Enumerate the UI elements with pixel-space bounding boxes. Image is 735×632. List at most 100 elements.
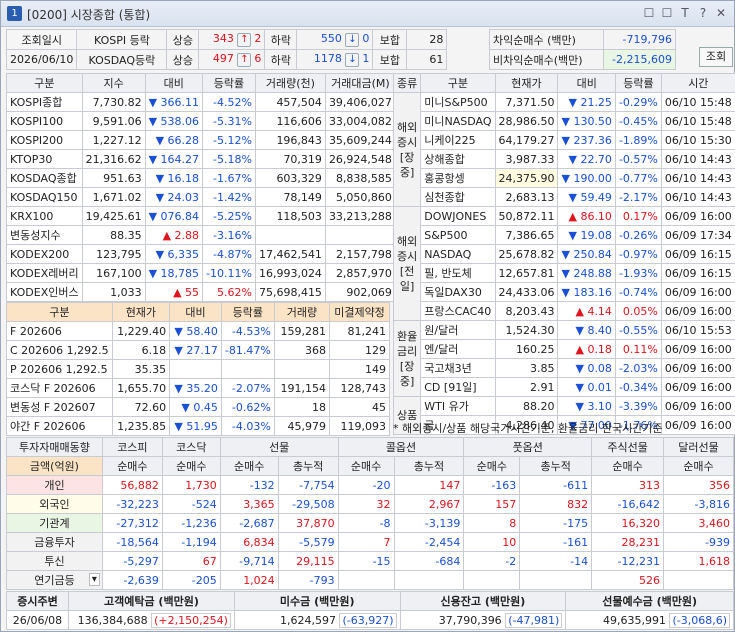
futures-row[interactable]: 변동성 F 202607 72.60 ▼ 0.45 -0.62% 18 45 [6,397,390,417]
futures-row[interactable]: F 202606 1,229.40 ▼ 58.40 -4.53% 159,281 81,2… [6,321,390,341]
investor-row[interactable]: 기관계 -27,312 -1,236 -2,687 37,870 -8 -3,139 8 -17… [6,513,734,533]
world-row[interactable]: 심천종합 2,683.13 ▼ 59.49 -2.17% 06/10 14:43 [393,187,735,207]
index-row[interactable]: KOSPI종합 7,730.82 ▼ 366.11 -4.52% 457,504 39,4… [6,92,396,112]
index-cell: ▼ 16.18 [144,168,204,188]
investor-cell: -8 [337,513,395,533]
world-row[interactable]: 엔/달러 160.25 ▲ 0.18 0.11% 06/09 16:00 [393,339,735,359]
index-row[interactable]: KODEX레버리 167,100 ▼ 18,785 -10.11% 16,993,024… [6,263,396,283]
world-cell: 필, 반도체 [420,263,496,283]
futures-row[interactable]: 코스닥 F 202606 1,655.70 ▼ 35.20 -2.07% 191,154… [6,378,390,398]
index-row[interactable]: KODEX200 123,795 ▼ 6,335 -4.87% 17,462,541 2,… [6,244,396,264]
investor-sub-header: 순매수 [337,456,395,476]
investor-dropdown-icon[interactable]: ▾ [88,573,100,586]
world-row[interactable]: 필, 반도체 12,657.81 ▼ 248.88 -1.93% 06/09 16:15 [393,263,735,283]
world-row[interactable]: 미니NASDAQ 28,986.50 ▼ 130.50 -0.45% 06/10 15:… [393,111,735,131]
tile-icon[interactable]: ☐ [660,5,674,21]
investor-cell: -9,714 [219,551,279,571]
index-cell: 196,843 [254,130,326,150]
investor-cell: -20 [337,475,395,495]
futures-row[interactable]: 야간 F 202606 1,235.85 ▼ 51.95 -4.03% 45,979 11… [6,416,390,436]
world-cell: 06/09 16:00 [660,282,735,302]
index-row[interactable]: KOSDAQ종합 951.63 ▼ 16.18 -1.67% 603,329 8,838,… [6,168,396,188]
close-icon[interactable]: ✕ [714,5,728,21]
investor-cell: 1,618 [663,551,734,571]
index-cell: 1,033 [81,282,146,302]
futures-row[interactable]: P 202606 1,292.5 35.35 149 [6,359,390,379]
index-row[interactable]: KOSPI100 9,591.06 ▼ 538.06 -5.31% 116,606 33,… [6,111,396,131]
index-row[interactable]: 변동성지수 88.35 ▲ 2.88 -3.16% [6,225,396,245]
world-row[interactable]: 국고채3년 3.85 ▼ 0.08 -2.03% 06/09 16:00 [393,358,735,378]
investor-cell: -524 [161,494,221,514]
world-cell: 0.17% [614,206,662,226]
index-row[interactable]: KOSPI200 1,227.12 ▼ 66.28 -5.12% 196,843 35,6… [6,130,396,150]
investor-cell [393,570,465,590]
futures-cell: 야간 F 202606 [6,416,113,436]
help-icon[interactable]: ? [696,5,710,21]
futures-cell: ▼ 0.45 [169,397,222,417]
investor-cell: 1,024 [219,570,279,590]
font-icon[interactable]: T [678,5,692,21]
world-cell: 7,386.65 [494,225,559,245]
restore-icon[interactable]: ☐ [642,5,656,21]
investor-unit: 금액(억원) [6,456,103,476]
world-row[interactable]: 독일DAX30 24,433.06 ▼ 183.16 -0.74% 06/09 16:0… [393,282,735,302]
world-row[interactable]: 니케이225 64,179.27 ▼ 237.36 -1.89% 06/10 15:30 [393,130,735,150]
investor-sub-header: 총누적 [519,456,593,476]
investor-cell [463,570,521,590]
world-row[interactable]: 홍콩항셍 24,375.90 ▼ 190.00 -0.77% 06/10 14:43 [393,168,735,188]
world-cell: -0.97% [614,244,662,264]
world-cell: -0.34% [614,377,662,397]
world-row[interactable]: S&P500 7,386.65 ▼ 19.08 -0.26% 06/09 17:34 [393,225,735,245]
nonarb-net-value: -2,215,609 [603,49,676,70]
investor-cell: 157 [463,494,521,514]
world-row[interactable]: 상해종합 3,987.33 ▼ 22.70 -0.57% 06/10 14:43 [393,149,735,169]
world-row[interactable]: 상품 WTI 유가 88.20 ▼ 3.10 -3.39% 06/09 16:00 [392,396,735,435]
index-cell: 1,227.12 [81,130,146,150]
investor-cell: 147 [393,475,465,495]
index-row[interactable]: KODEX인버스 1,033 ▲ 55 5.62% 75,698,415 902,069 [6,282,396,302]
world-cell: 06/09 16:15 [660,263,735,283]
investor-cell: 16,320 [591,513,665,533]
index-cell: ▲ 55 [144,282,204,302]
investor-sub-header: 총누적 [393,456,465,476]
futures-cell: 128,743 [329,378,390,398]
world-row[interactable]: 해외증시[전일] DOWJONES 50,872.11 ▲ 86.10 0.17% 06/… [392,206,735,321]
world-cell: -0.77% [614,168,662,188]
world-row[interactable]: 해외증시[장중] 미니S&P500 7,371.50 ▼ 21.25 -0.29% 06/… [392,92,735,207]
world-cell: -2.17% [614,187,662,207]
world-cell: 06/09 16:00 [660,396,735,416]
world-row[interactable]: 프랑스CAC40 8,203.43 ▲ 4.14 0.05% 06/09 16:00 [393,301,735,321]
query-button[interactable]: 조회 [699,47,733,67]
world-cell: 24,375.90 [494,168,559,188]
world-cell: ▼ 59.49 [557,187,616,207]
world-cell: -3.39% [614,396,662,416]
world-row[interactable]: 환율금리[장중] 원/달러 1,524.30 ▼ 8.40 -0.55% 06/10 15… [392,320,735,397]
col-header: 구분 [6,302,113,322]
up-count: 343 [212,32,234,45]
index-cell: ▼ 6,335 [144,244,204,264]
investor-row[interactable]: 금융투자 -18,564 -1,194 6,834 -5,579 7 -2,454 10 -16… [6,532,734,552]
investor-row[interactable]: 투신 -5,297 67 -9,714 29,115 -15 -684 -2 -14 -12,23… [6,551,734,571]
col-header: 시간 [660,73,735,93]
world-cell: ▼ 237.36 [557,130,616,150]
investor-row[interactable]: 개인 56,882 1,730 -132 -7,754 -20 147 -163 -611 313… [6,475,734,495]
world-cell: ▲ 0.18 [557,339,616,359]
world-cell: 2,683.13 [494,187,559,207]
futures-deposit-change: -3,068,6 [676,613,723,627]
col-header: 선물예수금 (백만원) [565,591,734,611]
index-row[interactable]: KRX100 19,425.61 ▼ 076.84 -5.25% 118,503 33,2… [6,206,396,226]
up-label: 상승 [166,29,200,50]
investor-type: 외국인 [6,494,103,514]
investor-row[interactable]: 연기금등 ▾ -2,639 -205 1,024 -793 526 [6,570,734,590]
futures-row[interactable]: C 202606 1,292.5 6.18 ▼ 27.17 -81.47% 368 129 [6,340,390,360]
index-row[interactable]: KOSDAQ150 1,671.02 ▼ 24.03 -1.42% 78,149 5,05… [6,187,396,207]
investor-cell: -611 [519,475,593,495]
investor-row[interactable]: 외국인 -32,223 -524 3,365 -29,508 32 2,967 157 832-… [6,494,734,514]
futures-cell: 119,093 [329,416,390,436]
investor-cell: -16,642 [591,494,665,514]
world-row[interactable]: CD [91일] 2.91 ▼ 0.01 -0.34% 06/09 16:00 [393,377,735,397]
index-cell: 17,462,541 [254,244,326,264]
index-row[interactable]: KTOP30 21,316.62 ▼ 164.27 -5.18% 70,319 26,92… [6,149,396,169]
world-row[interactable]: NASDAQ 25,678.82 ▼ 250.84 -0.97% 06/09 16:15 [393,244,735,264]
query-date[interactable]: 2026/06/10 [5,49,78,70]
